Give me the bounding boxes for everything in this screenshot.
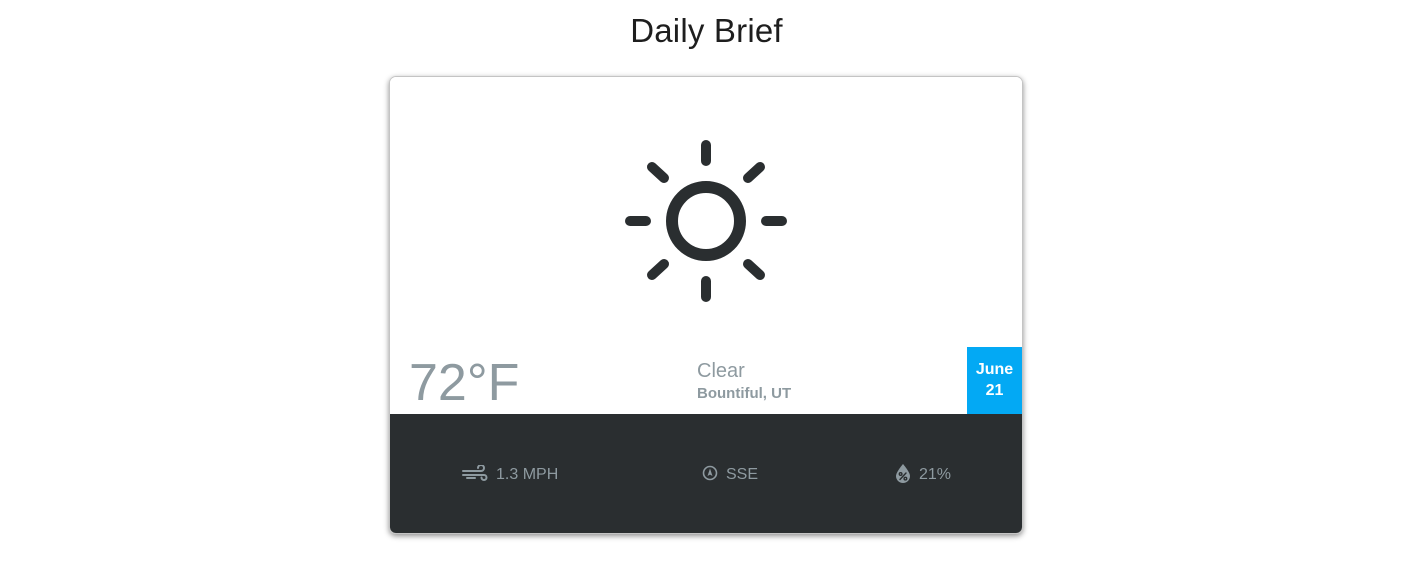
sun-icon xyxy=(625,140,787,302)
wind-speed-stat: 1.3 MPH xyxy=(462,463,559,486)
wind-speed-value: 1.3 MPH xyxy=(496,466,559,483)
wind-direction-value: SSE xyxy=(726,466,759,483)
compass-icon xyxy=(702,465,718,486)
humidity-stat: 21% xyxy=(895,463,952,488)
date-day: 21 xyxy=(985,382,1004,399)
weather-card-top: 72°F Clear Bountiful, UT June 21 xyxy=(390,77,1022,414)
wind-direction-stat: SSE xyxy=(702,464,758,486)
weather-stats-bar: 1.3 MPH SSE 21% xyxy=(390,414,1022,533)
date-month: June xyxy=(975,361,1014,378)
weather-condition: Clear xyxy=(697,360,745,382)
temperature: 72°F xyxy=(409,354,520,412)
humidity-value: 21% xyxy=(919,466,952,483)
condition-block: Clear Bountiful, UT xyxy=(697,359,791,405)
date-badge: June 21 xyxy=(967,347,1022,414)
page-title: Daily Brief xyxy=(630,12,783,49)
weather-card: 72°F Clear Bountiful, UT June 21 1.3 MPH xyxy=(389,76,1023,534)
wind-icon xyxy=(462,463,488,486)
humidity-drop-icon xyxy=(895,463,911,488)
location: Bountiful, UT xyxy=(697,385,792,402)
